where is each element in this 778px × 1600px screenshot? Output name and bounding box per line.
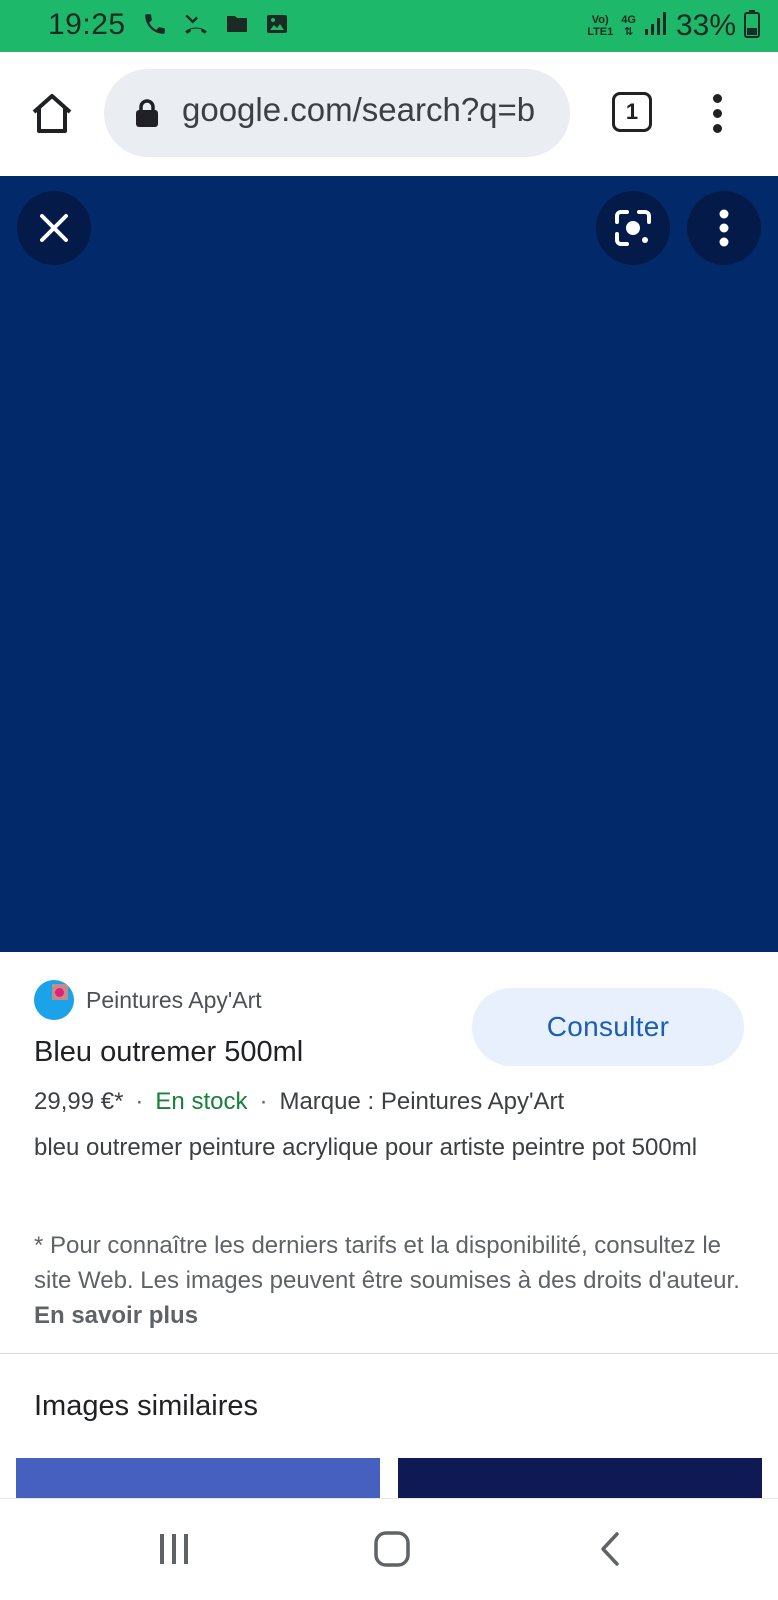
- url-bar[interactable]: google.com/search?q=b: [104, 69, 570, 157]
- status-bar: 19:25 Vo) LTE1 4G ⇅ 33%: [0, 0, 778, 52]
- close-icon: [40, 214, 68, 242]
- nav-home-button[interactable]: [362, 1523, 422, 1575]
- recents-button[interactable]: [144, 1523, 204, 1575]
- url-text: google.com/search?q=b: [182, 91, 536, 128]
- status-notification-icons: [142, 12, 290, 40]
- image-icon: [264, 12, 290, 41]
- signal-icon: [644, 11, 668, 42]
- similar-image-thumbnail[interactable]: [398, 1458, 762, 1498]
- lock-icon: [136, 99, 158, 127]
- lens-icon: [615, 210, 651, 246]
- product-brand: Marque : Peintures Apy'Art: [279, 1088, 565, 1115]
- product-price: 29,99 €*: [34, 1088, 124, 1115]
- recents-icon: [160, 1534, 188, 1564]
- tabs-button[interactable]: 1: [612, 92, 652, 132]
- viewer-menu-button[interactable]: [687, 191, 761, 265]
- browser-menu-button[interactable]: [700, 86, 734, 140]
- folder-icon: [224, 12, 250, 41]
- browser-toolbar: google.com/search?q=b 1: [0, 52, 778, 176]
- stock-status: En stock: [155, 1088, 248, 1115]
- close-button[interactable]: [17, 191, 91, 265]
- pricing-notice: * Pour connaître les derniers tarifs et …: [34, 1232, 740, 1329]
- network-indicator: 4G ⇅: [621, 14, 636, 38]
- section-divider: [0, 1353, 778, 1354]
- volte-indicator: Vo) LTE1: [587, 14, 614, 38]
- similar-image-thumbnail[interactable]: [16, 1458, 380, 1498]
- battery-percent: 33%: [675, 9, 736, 42]
- source-name: Peintures Apy'Art: [86, 986, 262, 1013]
- site-favicon: [34, 980, 74, 1020]
- status-system-icons: Vo) LTE1 4G ⇅ 33%: [587, 8, 760, 44]
- back-icon: [601, 1532, 619, 1566]
- more-vert-icon: [719, 209, 729, 247]
- product-description: bleu outremer peinture acrylique pour ar…: [34, 1134, 698, 1161]
- image-preview[interactable]: [0, 176, 778, 952]
- back-button[interactable]: [580, 1523, 640, 1575]
- battery-icon: [744, 9, 760, 43]
- similar-images-heading: Images similaires: [34, 1390, 258, 1422]
- product-meta: 29,99 €* · En stock · Marque : Peintures Apy…: [34, 1088, 565, 1115]
- home-icon: [374, 1531, 410, 1567]
- status-time: 19:25: [48, 8, 126, 41]
- phone-icon: [142, 11, 168, 42]
- missed-call-icon: [182, 11, 210, 42]
- tab-count: 1: [625, 99, 639, 124]
- home-button[interactable]: [28, 90, 76, 138]
- learn-more-link[interactable]: En savoir plus: [34, 1302, 198, 1329]
- home-icon: [32, 94, 72, 133]
- system-nav-bar: [0, 1498, 778, 1600]
- consult-button[interactable]: Consulter: [472, 988, 744, 1066]
- source-row[interactable]: Peintures Apy'Art: [34, 980, 262, 1020]
- product-title[interactable]: Bleu outremer 500ml: [34, 1036, 303, 1069]
- lens-button[interactable]: [596, 191, 670, 265]
